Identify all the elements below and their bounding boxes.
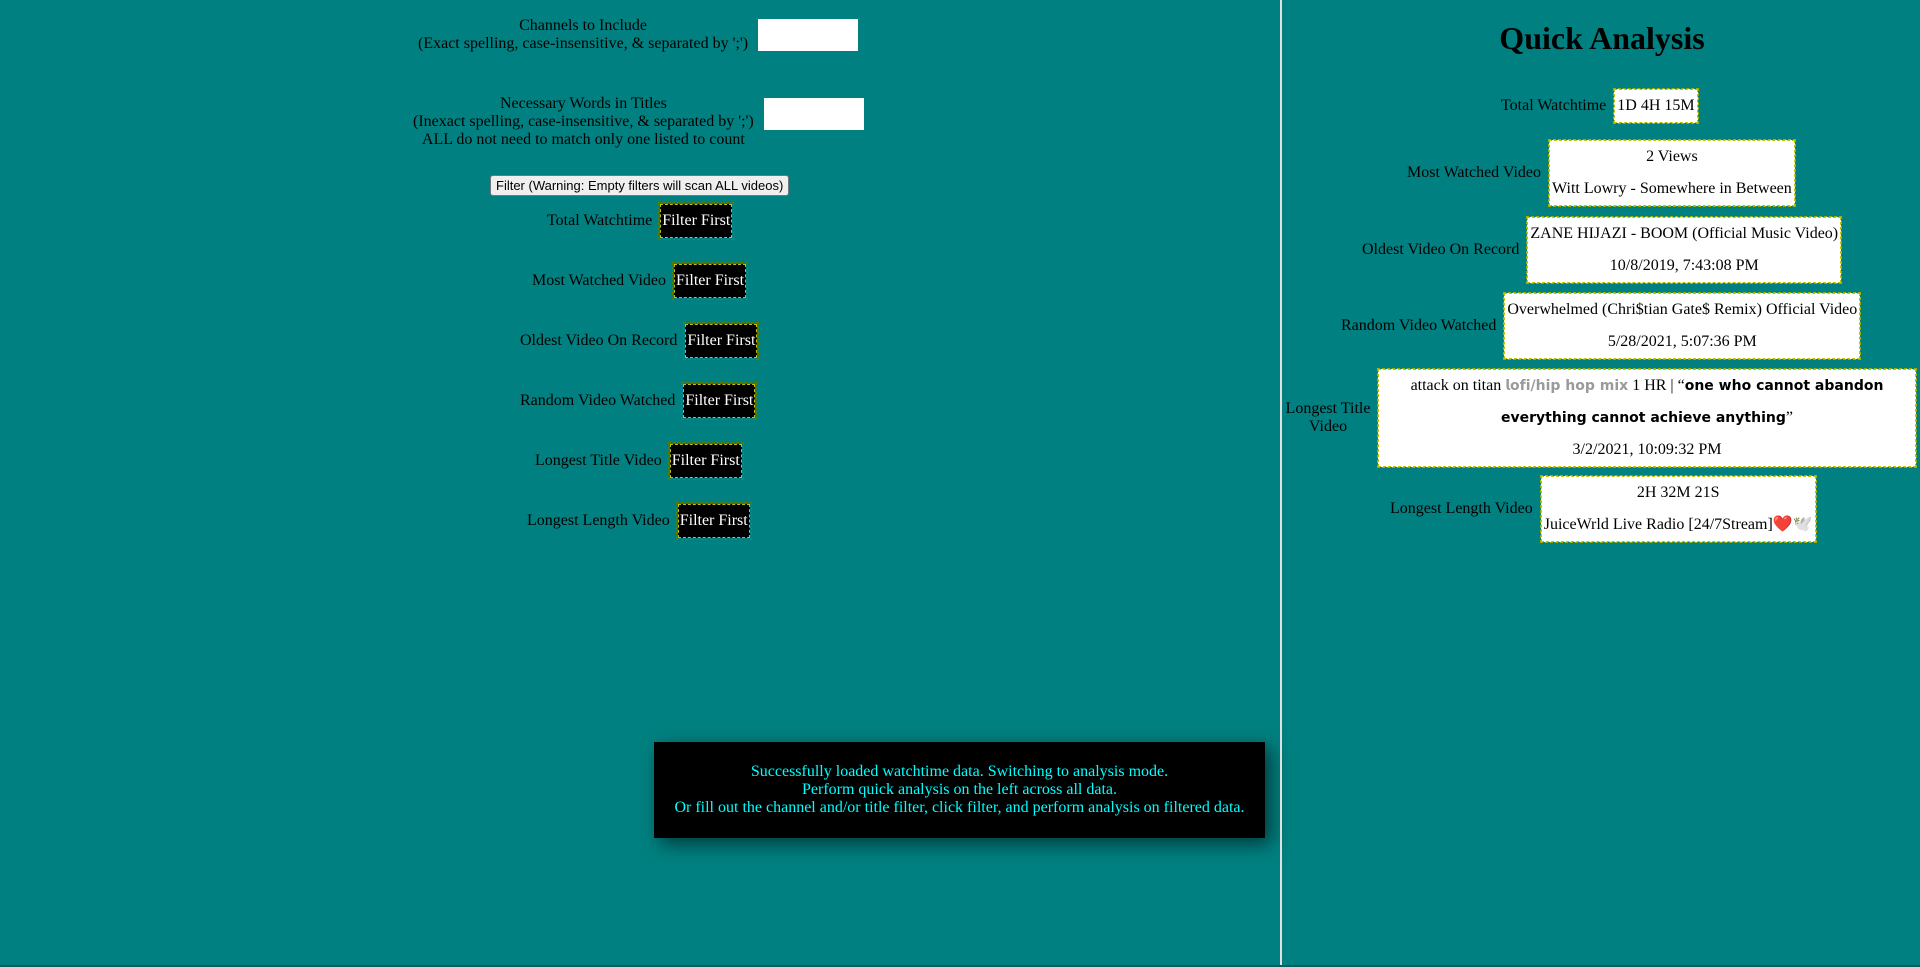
- quick-analysis-pane: Quick Analysis Total Watchtime 1D 4H 15M…: [1280, 0, 1920, 967]
- qa-label: Longest Title Video: [1282, 400, 1374, 436]
- toast-line: Or fill out the channel and/or title fil…: [674, 799, 1245, 816]
- stat-total-watchtime: Total Watchtime Filter First: [547, 202, 735, 240]
- toast-line: Successfully loaded watchtime data. Swit…: [750, 763, 1169, 780]
- stat-label: Longest Title Video: [535, 452, 662, 469]
- qa-label: Longest Length Video: [1390, 500, 1533, 517]
- quick-analysis-title: Quick Analysis: [1499, 20, 1705, 56]
- words-input[interactable]: [763, 98, 864, 130]
- video-title: Overwhelmed (Chri$tian Gate$ Remix) Offi…: [1507, 301, 1858, 318]
- stat-most-watched: Most Watched Video Filter First: [532, 262, 749, 300]
- video-date: 10/8/2019, 7:43:08 PM: [1609, 257, 1759, 274]
- qa-value-box: 2H 32M 21S JuiceWrld Live Radio [24/7Str…: [1539, 475, 1817, 543]
- qa-label: Oldest Video On Record: [1362, 241, 1520, 258]
- filter-first-button[interactable]: Filter First: [675, 502, 752, 540]
- qa-label-line: Video: [1308, 418, 1348, 435]
- video-duration: 2H 32M 21S: [1636, 484, 1720, 501]
- filter-first-button[interactable]: Filter First: [667, 442, 744, 480]
- channels-label-title: Channels to Include: [519, 17, 648, 34]
- qa-label: Total Watchtime: [1501, 97, 1607, 114]
- title-text: 1 HR | “: [1628, 377, 1685, 394]
- qa-most-watched: Most Watched Video 2 Views Witt Lowry - …: [1407, 139, 1796, 207]
- qa-value-box: 2 Views Witt Lowry - Somewhere in Betwee…: [1548, 139, 1796, 207]
- title-text-styled: 𝗹𝗼𝗳𝗶/𝗵𝗶𝗽 𝗵𝗼𝗽 𝗺𝗶𝘅: [1505, 378, 1629, 394]
- qa-longest-length: Longest Length Video 2H 32M 21S JuiceWrl…: [1390, 475, 1817, 543]
- filter-pane: Channels to Include (Exact spelling, cas…: [0, 0, 1279, 967]
- words-label-hint: (Inexact spelling, case-insensitive, & s…: [413, 113, 754, 130]
- words-filter-label: Necessary Words in Titles (Inexact spell…: [413, 95, 754, 149]
- title-text: attack on titan: [1410, 377, 1506, 394]
- status-toast: Successfully loaded watchtime data. Swit…: [654, 742, 1265, 838]
- video-title: JuiceWrld Live Radio [24/7Stream]❤️🕊️: [1542, 509, 1815, 541]
- qa-value-box: attack on titan 𝗹𝗼𝗳𝗶/𝗵𝗶𝗽 𝗵𝗼𝗽 𝗺𝗶𝘅 1 HR | …: [1377, 368, 1917, 468]
- qa-oldest-video: Oldest Video On Record ZANE HIJAZI - BOO…: [1362, 216, 1843, 284]
- stat-longest-length: Longest Length Video Filter First: [527, 502, 752, 540]
- toast-line: Perform quick analysis on the left acros…: [801, 781, 1117, 798]
- view-count: 2 Views: [1646, 148, 1698, 165]
- qa-total-watchtime: Total Watchtime 1D 4H 15M: [1501, 88, 1699, 124]
- video-title: ZANE HIJAZI - BOOM (Official Music Video…: [1530, 225, 1839, 242]
- stat-random-video: Random Video Watched Filter First: [520, 382, 758, 420]
- words-filter: Necessary Words in Titles (Inexact spell…: [413, 95, 864, 149]
- stat-label: Oldest Video On Record: [520, 332, 678, 349]
- qa-longest-title: Longest Title Video attack on titan 𝗹𝗼𝗳𝗶…: [1282, 368, 1917, 468]
- channels-filter-label: Channels to Include (Exact spelling, cas…: [418, 17, 748, 53]
- qa-value-box: Overwhelmed (Chri$tian Gate$ Remix) Offi…: [1503, 292, 1862, 360]
- stat-label: Random Video Watched: [520, 392, 676, 409]
- qa-value-box: ZANE HIJAZI - BOOM (Official Music Video…: [1526, 216, 1843, 284]
- qa-value-box: 1D 4H 15M: [1613, 88, 1699, 124]
- filter-button[interactable]: Filter (Warning: Empty filters will scan…: [490, 175, 790, 196]
- filter-first-button[interactable]: Filter First: [681, 382, 758, 420]
- channels-filter: Channels to Include (Exact spelling, cas…: [418, 17, 859, 53]
- filter-first-button[interactable]: Filter First: [672, 262, 749, 300]
- video-title: attack on titan 𝗹𝗼𝗳𝗶/𝗵𝗶𝗽 𝗵𝗼𝗽 𝗺𝗶𝘅 1 HR | …: [1379, 370, 1915, 434]
- channels-label-hint: (Exact spelling, case-insensitive, & sep…: [418, 35, 749, 52]
- stat-label: Longest Length Video: [527, 512, 670, 529]
- video-title: Witt Lowry - Somewhere in Between: [1552, 180, 1792, 197]
- filter-first-button[interactable]: Filter First: [658, 202, 735, 240]
- heart-dove-emoji-icon: ❤️🕊️: [1772, 516, 1813, 533]
- stat-longest-title: Longest Title Video Filter First: [535, 442, 744, 480]
- video-date: 3/2/2021, 10:09:32 PM: [1572, 441, 1722, 458]
- title-text: ”: [1785, 409, 1793, 426]
- stat-label: Most Watched Video: [532, 272, 667, 289]
- total-watchtime-value: 1D 4H 15M: [1617, 97, 1695, 114]
- channels-input[interactable]: [758, 19, 859, 51]
- qa-label-line: Longest Title: [1285, 400, 1371, 417]
- qa-label: Most Watched Video: [1407, 164, 1542, 181]
- stat-label: Total Watchtime: [547, 212, 653, 229]
- words-label-title: Necessary Words in Titles: [499, 95, 667, 112]
- title-text: JuiceWrld Live Radio [24/7Stream]: [1543, 516, 1773, 533]
- stat-oldest-video: Oldest Video On Record Filter First: [520, 322, 760, 360]
- filter-first-button[interactable]: Filter First: [683, 322, 760, 360]
- words-label-note: ALL do not need to match only one listed…: [421, 131, 745, 148]
- video-date: 5/28/2021, 5:07:36 PM: [1607, 333, 1757, 350]
- qa-random-video: Random Video Watched Overwhelmed (Chri$t…: [1341, 292, 1862, 360]
- qa-label: Random Video Watched: [1341, 317, 1497, 334]
